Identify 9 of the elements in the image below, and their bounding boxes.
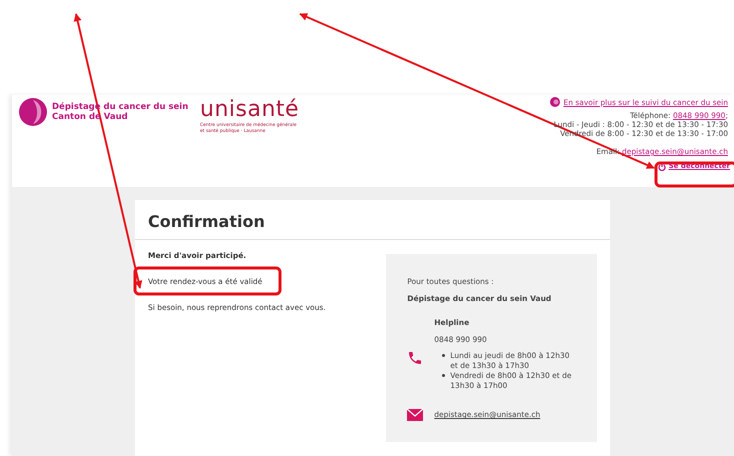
phone-icon (407, 350, 424, 366)
partner-logo: unisanté (200, 97, 300, 122)
info-icon (550, 97, 560, 107)
card-title: Confirmation (148, 212, 265, 231)
power-icon (658, 162, 666, 170)
envelope-icon (407, 409, 424, 421)
bullet-icon (442, 354, 446, 357)
logo-icon (18, 97, 48, 127)
bullet-icon (442, 374, 446, 377)
